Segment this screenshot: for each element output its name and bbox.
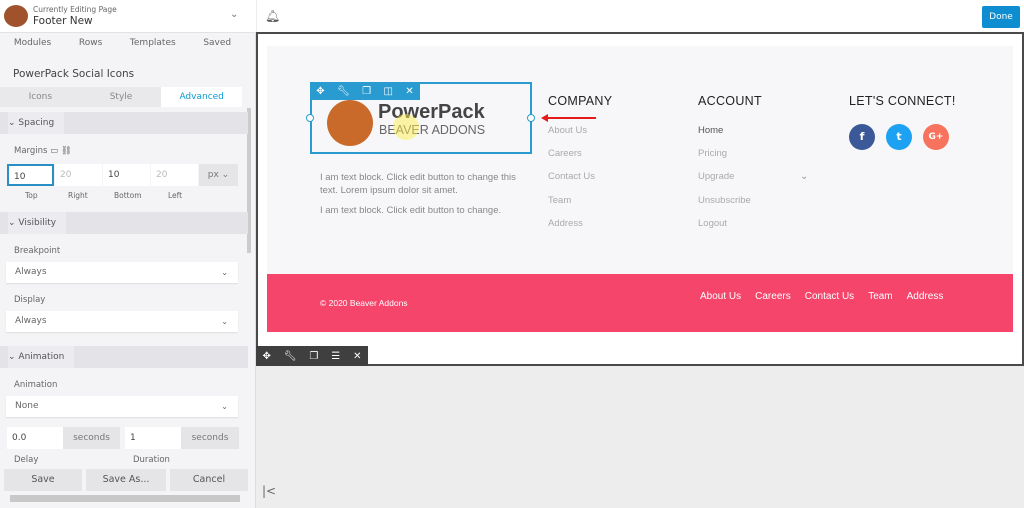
connect-heading: LET'S CONNECT! (849, 94, 956, 108)
left-label: Left (168, 191, 183, 200)
page-name: Footer New (33, 15, 93, 27)
section-spacing[interactable]: ⌄ Spacing (0, 112, 248, 134)
google-plus-icon[interactable]: G+ (923, 124, 949, 150)
wrench-icon[interactable]: 🔧︎ (284, 351, 297, 362)
beaver-logo (4, 5, 28, 27)
account-link[interactable]: Home (698, 125, 723, 136)
company-link[interactable]: Careers (548, 148, 582, 159)
settings-panel: Currently Editing Page Footer New ⌄ Modu… (0, 0, 256, 508)
margin-right-input[interactable]: 20 (55, 164, 102, 186)
company-link[interactable]: Address (548, 218, 583, 229)
twitter-icon[interactable]: t (886, 124, 912, 150)
footer-link[interactable]: Team (868, 291, 892, 302)
company-heading: COMPANY (548, 94, 613, 108)
footer-link[interactable]: Contact Us (805, 291, 854, 302)
footer-link[interactable]: Address (907, 291, 944, 302)
facebook-icon[interactable]: f (849, 124, 875, 150)
collapse-panel-icon[interactable]: |< (262, 484, 276, 498)
footer-link[interactable]: Careers (755, 291, 791, 302)
duration-unit: seconds (181, 427, 239, 449)
display-label: Display (14, 295, 46, 305)
save-button[interactable]: Save (4, 469, 82, 491)
footer-nav: About Us Careers Contact Us Team Address (700, 291, 943, 302)
resize-handle-left[interactable] (306, 114, 314, 122)
chevron-down-icon[interactable]: ⌄ (230, 9, 238, 20)
display-select[interactable]: Always ⌄ (6, 311, 238, 332)
delay-input[interactable]: 0.0 (7, 427, 63, 449)
duplicate-icon[interactable]: ❐ (362, 86, 371, 97)
horizontal-scrollbar[interactable] (10, 495, 240, 502)
copyright: © 2020 Beaver Addons (320, 298, 408, 308)
subtab-icons[interactable]: Icons (0, 87, 81, 107)
done-button[interactable]: Done (982, 6, 1020, 28)
margin-top-input[interactable]: 10 (7, 164, 54, 186)
company-link[interactable]: Contact Us (548, 171, 595, 182)
tab-modules[interactable]: Modules (14, 38, 51, 48)
subtab-advanced[interactable]: Advanced (161, 87, 243, 107)
tab-rows[interactable]: Rows (79, 38, 102, 48)
delay-label: Delay (14, 455, 39, 465)
section-animation[interactable]: ⌄ Animation (0, 346, 248, 368)
close-icon[interactable]: ✕ (353, 351, 361, 362)
animation-label: Animation (14, 380, 58, 390)
chevron-down-icon[interactable]: ⌄ (800, 171, 808, 182)
section-visibility[interactable]: ⌄ Visibility (0, 212, 248, 234)
module-title: PowerPack Social Icons (13, 68, 135, 80)
row-toolbar: ✥ 🔧︎ ❐ ☰ ✕ (256, 346, 368, 366)
margins-label: Margins ▭ ⛓ (14, 146, 72, 156)
caption: Currently Editing Page (33, 5, 117, 14)
margin-left-input[interactable]: 20 (151, 164, 198, 186)
animation-select[interactable]: None ⌄ (6, 396, 238, 417)
duration-input[interactable]: 1 (125, 427, 181, 449)
top-label: Top (25, 191, 38, 200)
margin-bottom-input[interactable]: 10 (103, 164, 150, 186)
unit-select[interactable]: px ⌄ (199, 164, 238, 186)
close-icon[interactable]: ✕ (405, 86, 413, 97)
text-block-1[interactable]: I am text block. Click edit button to ch… (320, 171, 530, 197)
panel-header[interactable]: Currently Editing Page Footer New ⌄ (0, 0, 256, 33)
arrow-head (541, 114, 548, 122)
text-block-2[interactable]: I am text block. Click edit button to ch… (320, 204, 520, 217)
resize-handle-right[interactable] (527, 114, 535, 122)
top-bar (257, 0, 1024, 32)
footer-link[interactable]: About Us (700, 291, 741, 302)
breakpoint-label: Breakpoint (14, 246, 61, 256)
link-icon: ⛓ (60, 146, 72, 156)
bell-icon[interactable]: 🔔︎ (265, 9, 280, 23)
columns-icon[interactable]: ◫ (383, 86, 392, 97)
menu-icon[interactable]: ☰ (331, 351, 340, 362)
account-link[interactable]: Logout (698, 218, 727, 229)
move-icon[interactable]: ✥ (262, 351, 270, 362)
account-link[interactable]: Upgrade (698, 171, 734, 182)
move-icon[interactable]: ✥ (316, 86, 324, 97)
right-label: Right (68, 191, 88, 200)
module-toolbar: ✥ 🔧︎ ❐ ◫ ✕ (310, 82, 420, 100)
breakpoint-select[interactable]: Always ⌄ (6, 262, 238, 283)
tab-saved[interactable]: Saved (203, 38, 231, 48)
cancel-button[interactable]: Cancel (170, 469, 248, 491)
account-link[interactable]: Pricing (698, 148, 727, 159)
wrench-icon[interactable]: 🔧︎ (337, 86, 350, 97)
bottom-label: Bottom (114, 191, 142, 200)
tab-templates[interactable]: Templates (130, 38, 176, 48)
company-link[interactable]: Team (548, 195, 571, 206)
footer-top-row[interactable] (267, 46, 1013, 274)
subtab-style[interactable]: Style (80, 87, 162, 107)
duration-label: Duration (133, 455, 170, 465)
company-link[interactable]: About Us (548, 125, 587, 136)
duplicate-icon[interactable]: ❐ (309, 351, 318, 362)
account-link[interactable]: Unsubscribe (698, 195, 751, 206)
desktop-icon: ▭ (50, 146, 59, 156)
account-heading: ACCOUNT (698, 94, 762, 108)
delay-unit: seconds (63, 427, 120, 449)
save-as-button[interactable]: Save As... (86, 469, 166, 491)
red-arrow-annotation (544, 117, 596, 119)
